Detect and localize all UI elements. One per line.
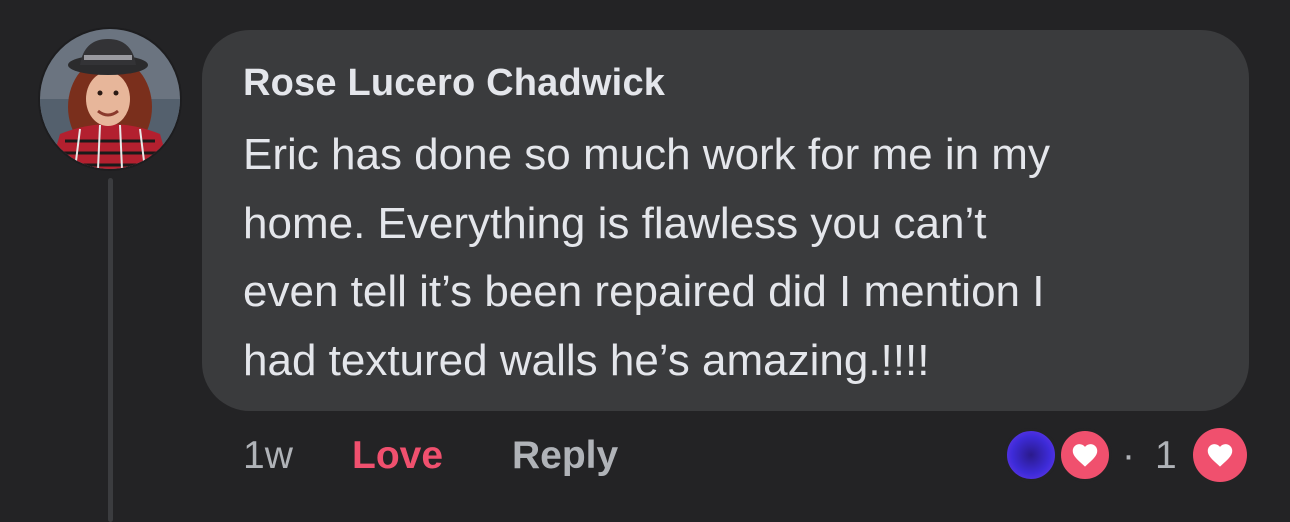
reaction-count[interactable]: 1 [1155,432,1177,480]
comment-timestamp[interactable]: 1w [243,432,293,480]
comment-thread: Rose Lucero Chadwick Eric has done so mu… [0,0,1290,522]
heart-icon[interactable] [1058,428,1112,482]
avatar[interactable] [40,29,180,169]
reaction-separator: · [1122,434,1135,477]
thread-line [108,178,113,522]
avatar-photo [40,29,180,169]
reply-button[interactable]: Reply [512,432,618,480]
heart-glyph [1072,444,1098,467]
reactor-avatar-icon[interactable] [1004,428,1058,482]
comment-text: Eric has done so much work for me in my … [243,130,1050,385]
heart-glyph [1207,444,1233,467]
love-button[interactable]: Love [352,432,443,480]
heart-icon[interactable] [1193,428,1247,482]
comment-author[interactable]: Rose Lucero Chadwick [243,62,665,105]
